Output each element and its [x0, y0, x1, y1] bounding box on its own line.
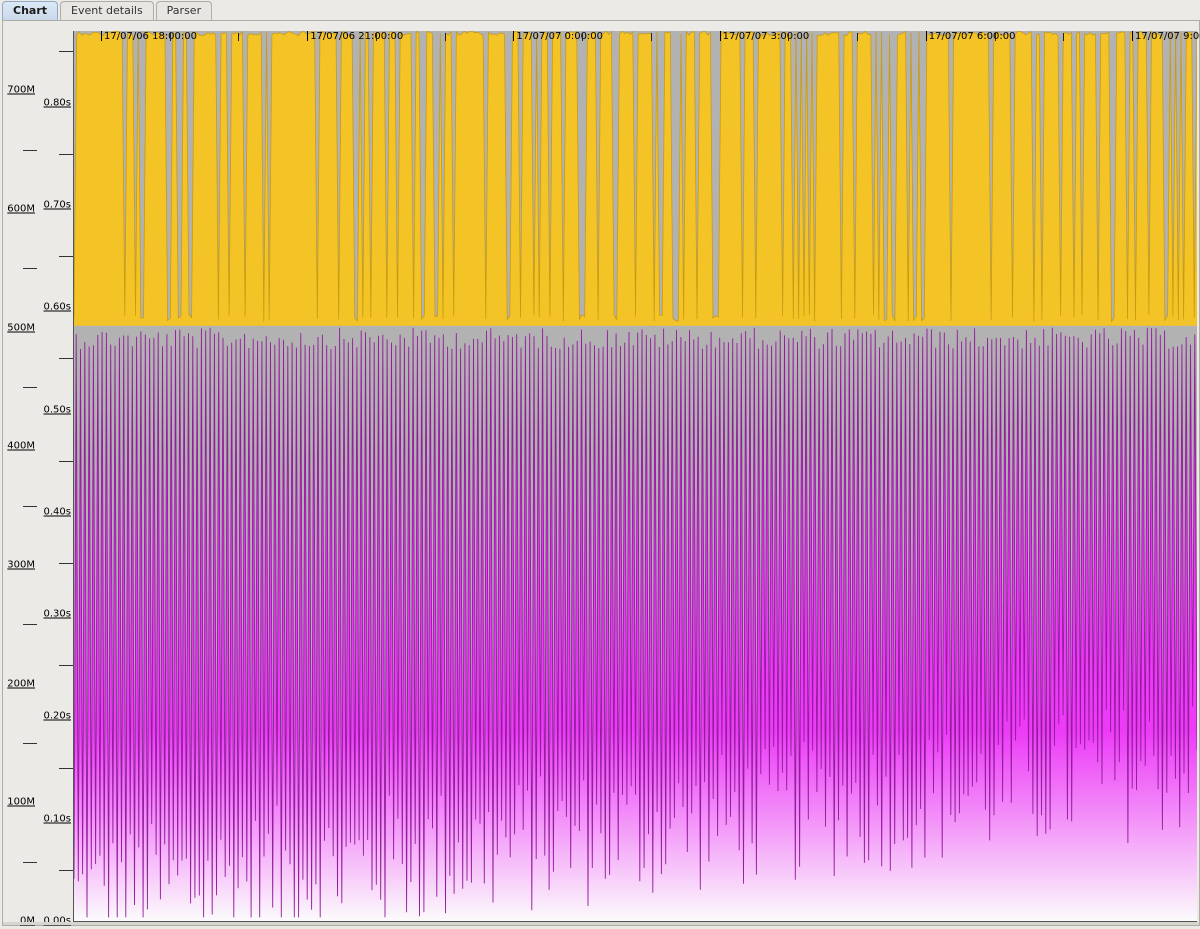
x-minor-tick	[445, 33, 446, 41]
y-tick-memory: 100M	[7, 797, 35, 808]
x-minor-tick	[857, 33, 858, 41]
y-minor-tick	[59, 256, 73, 257]
y-minor-tick	[23, 862, 37, 863]
y-minor-tick	[59, 768, 73, 769]
x-axis-time: 17/07/06 18:00:00 17/07/06 21:00:00 17/07/…	[73, 31, 1196, 49]
y-tick-memory: 500M	[7, 322, 35, 333]
y-minor-tick	[59, 563, 73, 564]
y-tick-seconds: 0.20s	[44, 711, 71, 722]
y-minor-tick	[59, 461, 73, 462]
y-tick-memory: 400M	[7, 441, 35, 452]
y-minor-tick	[23, 506, 37, 507]
y-minor-tick	[59, 358, 73, 359]
y-tick-seconds: 0.30s	[44, 609, 71, 620]
x-minor-tick	[788, 33, 789, 41]
y-minor-tick	[23, 743, 37, 744]
x-tick-label: 17/07/07 6:00:00	[926, 31, 1016, 42]
x-minor-tick	[238, 33, 239, 41]
y-minor-tick	[59, 154, 73, 155]
x-tick-label: 17/07/06 18:00:00	[101, 31, 197, 42]
x-tick-label: 17/07/07 0:00:00	[513, 31, 603, 42]
y-tick-memory: 600M	[7, 204, 35, 215]
y-axis-seconds: 0.00s0.10s0.20s0.30s0.40s0.50s0.60s0.70s…	[37, 31, 73, 921]
x-minor-tick	[582, 33, 583, 41]
tab-chart[interactable]: Chart	[2, 1, 58, 20]
x-tick-label: 17/07/07 3:00:00	[720, 31, 810, 42]
series-heap-max-baseline	[74, 322, 1197, 326]
y-tick-memory: 700M	[7, 85, 35, 96]
chart-panel: 0M100M200M300M400M500M600M700M 0.00s0.10…	[2, 20, 1200, 926]
bottom-bar	[3, 922, 1199, 925]
x-minor-tick	[1063, 33, 1064, 41]
y-minor-tick	[59, 870, 73, 871]
y-tick-memory: 300M	[7, 560, 35, 571]
y-tick-seconds: 0.60s	[44, 302, 71, 313]
tab-parser[interactable]: Parser	[156, 1, 212, 20]
y-tick-seconds: 0.40s	[44, 506, 71, 517]
y-minor-tick	[23, 387, 37, 388]
x-minor-tick	[376, 33, 377, 41]
x-minor-tick	[170, 33, 171, 41]
y-minor-tick	[23, 624, 37, 625]
y-tick-memory: 200M	[7, 678, 35, 689]
y-tick-seconds: 0.50s	[44, 404, 71, 415]
tab-bar: Chart Event details Parser	[0, 0, 1200, 20]
y-minor-tick	[59, 51, 73, 52]
x-minor-tick	[995, 33, 996, 41]
y-minor-tick	[23, 150, 37, 151]
x-minor-tick	[651, 33, 652, 41]
y-tick-seconds: 0.80s	[44, 97, 71, 108]
chart-svg	[74, 31, 1197, 921]
x-tick-label: 17/07/06 21:00:00	[307, 31, 403, 42]
y-minor-tick	[59, 665, 73, 666]
x-tick-label: 17/07/07 9:00:00	[1132, 31, 1200, 42]
y-minor-tick	[23, 268, 37, 269]
tab-event-details[interactable]: Event details	[60, 1, 154, 20]
y-tick-seconds: 0.70s	[44, 199, 71, 210]
y-axis-memory: 0M100M200M300M400M500M600M700M	[3, 31, 37, 921]
chart-plot-area[interactable]	[73, 31, 1197, 922]
y-tick-seconds: 0.10s	[44, 813, 71, 824]
